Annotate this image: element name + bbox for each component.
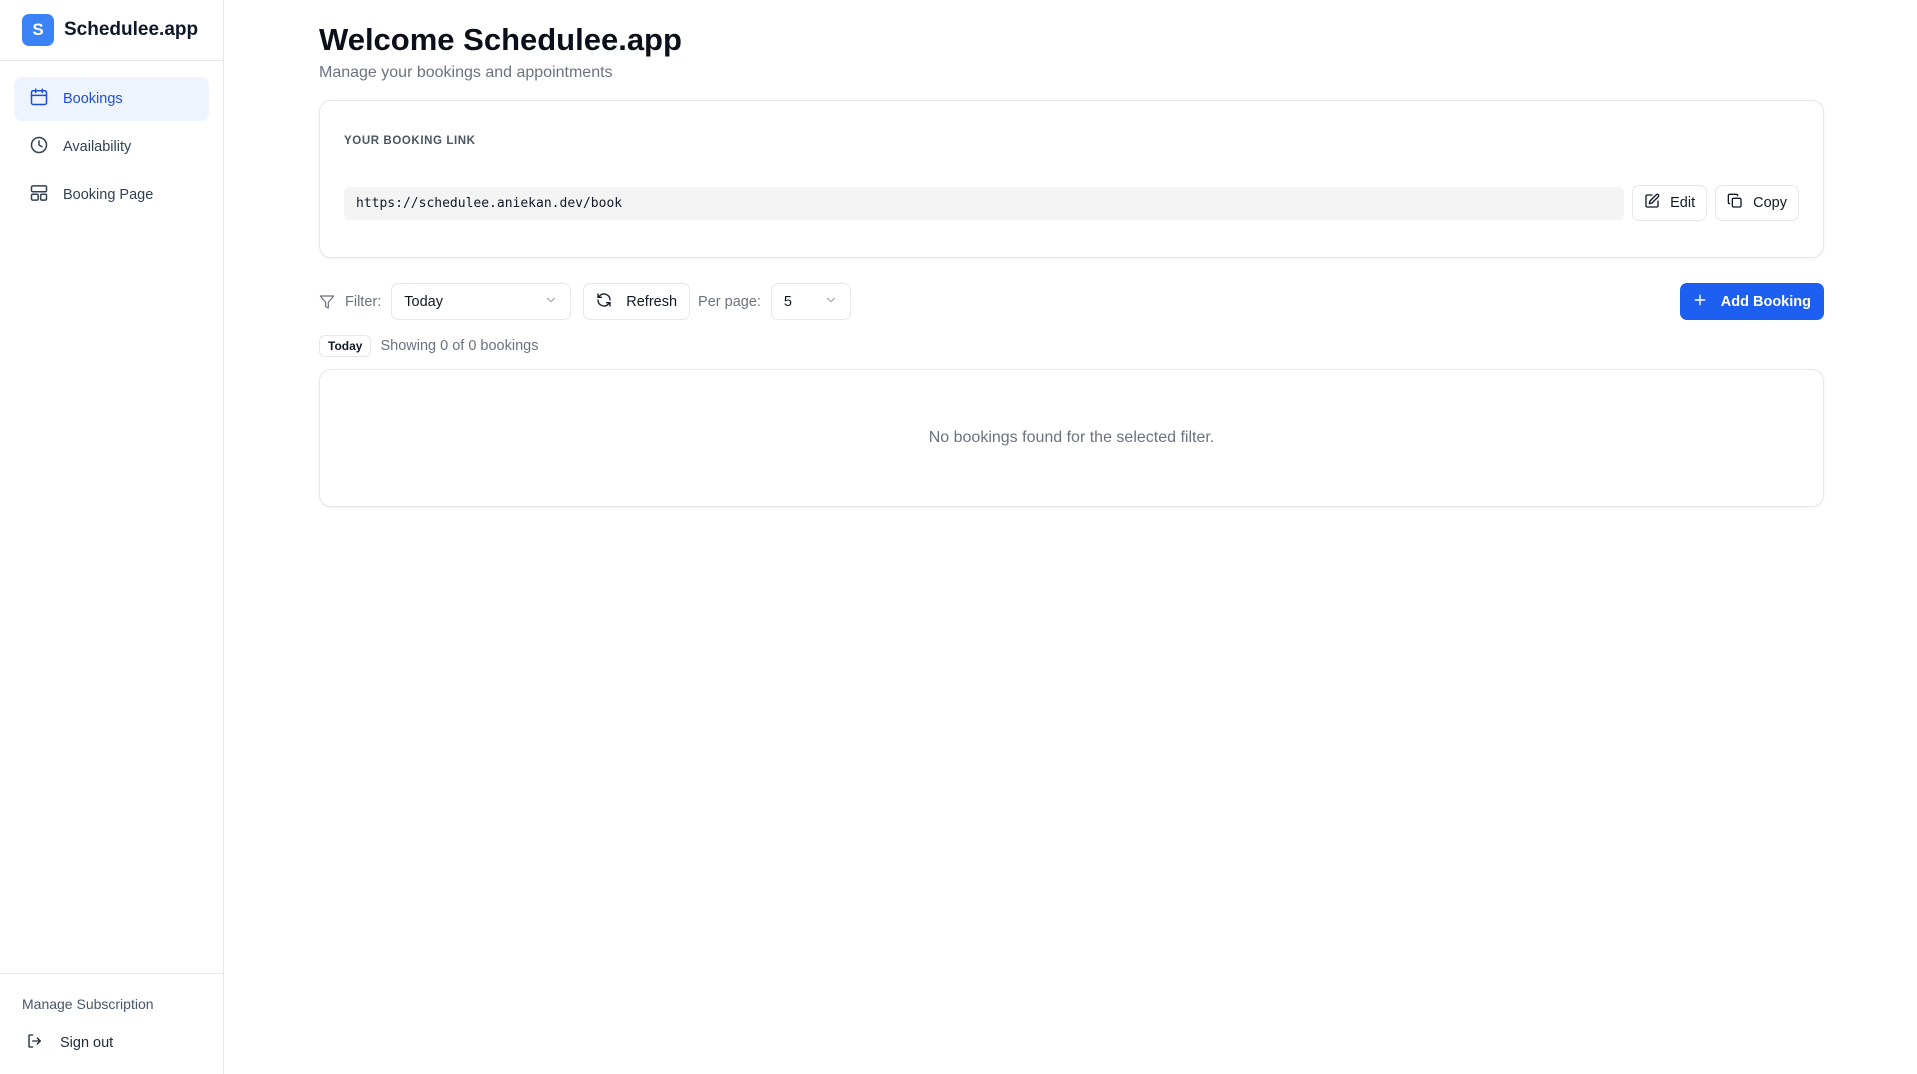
sign-out-label: Sign out	[60, 1035, 114, 1051]
add-booking-label: Add Booking	[1720, 293, 1811, 310]
booking-link-url[interactable]: https://schedulee.aniekan.dev/book	[344, 186, 1625, 220]
page-title: Welcome Schedulee.app	[319, 22, 682, 57]
per-page-label: Per page:	[698, 293, 761, 310]
logout-icon	[26, 1032, 44, 1054]
edit-label: Edit	[1670, 195, 1696, 211]
filter-select-value: Today	[404, 293, 443, 310]
sidebar-item-label: Bookings	[63, 91, 123, 107]
chevron-down-icon	[544, 293, 558, 311]
copy-icon	[1727, 193, 1743, 213]
per-page-value: 5	[783, 293, 792, 310]
sidebar-item-bookings[interactable]: Bookings	[14, 77, 209, 121]
sidebar: S Schedulee.app Bookings Availability Bo…	[0, 0, 224, 1074]
refresh-label: Refresh	[626, 293, 678, 310]
bookings-toolbar: Filter: Today Refresh Per page: 5 Add Bo…	[319, 283, 1824, 320]
brand-name: Schedulee.app	[64, 19, 199, 40]
layout-icon	[29, 183, 49, 207]
clock-icon	[29, 135, 49, 159]
toolbar-left: Filter: Today Refresh Per page: 5	[319, 283, 851, 320]
chevron-down-icon	[824, 293, 838, 311]
sign-out-button[interactable]: Sign out	[0, 1024, 223, 1062]
brand-logo: S	[22, 14, 54, 46]
bookings-count-text: Showing 0 of 0 bookings	[380, 338, 539, 354]
sidebar-item-availability[interactable]: Availability	[14, 125, 209, 169]
booking-link-card: YOUR BOOKING LINK https://schedulee.anie…	[319, 100, 1824, 258]
sidebar-nav: Bookings Availability Booking Page	[0, 61, 223, 233]
plus-icon	[1693, 293, 1707, 311]
booking-link-label: YOUR BOOKING LINK	[344, 135, 476, 147]
filter-badge: Today	[319, 335, 372, 357]
copy-label: Copy	[1753, 195, 1787, 211]
bookings-status-row: Today Showing 0 of 0 bookings	[319, 335, 1824, 357]
refresh-button[interactable]: Refresh	[583, 283, 691, 320]
sidebar-item-booking-page[interactable]: Booking Page	[14, 173, 209, 217]
empty-state-message: No bookings found for the selected filte…	[928, 429, 1215, 446]
app-root: S Schedulee.app Bookings Availability Bo…	[0, 0, 1917, 1074]
booking-link-row: https://schedulee.aniekan.dev/book Edit	[344, 185, 1799, 221]
filter-icon	[319, 294, 335, 310]
refresh-icon	[596, 292, 612, 312]
calendar-icon	[29, 87, 49, 111]
sidebar-item-label: Availability	[63, 139, 132, 155]
manage-subscription-link[interactable]: Manage Subscription	[0, 988, 223, 1024]
content-container: Welcome Schedulee.app Manage your bookin…	[319, 20, 1824, 507]
bookings-empty-state: No bookings found for the selected filte…	[319, 369, 1824, 507]
filter-select[interactable]: Today	[391, 283, 572, 320]
sidebar-item-label: Booking Page	[63, 187, 154, 203]
edit-link-button[interactable]: Edit	[1632, 185, 1708, 221]
sidebar-footer: Manage Subscription Sign out	[0, 973, 223, 1074]
add-booking-button[interactable]: Add Booking	[1679, 283, 1824, 320]
main-content: Welcome Schedulee.app Manage your bookin…	[224, 0, 1917, 1074]
edit-icon	[1644, 193, 1660, 213]
copy-link-button[interactable]: Copy	[1715, 185, 1799, 221]
filter-label: Filter:	[345, 293, 382, 310]
per-page-select[interactable]: 5	[770, 283, 851, 320]
page-subtitle: Manage your bookings and appointments	[319, 64, 613, 81]
brand[interactable]: S Schedulee.app	[0, 0, 223, 61]
